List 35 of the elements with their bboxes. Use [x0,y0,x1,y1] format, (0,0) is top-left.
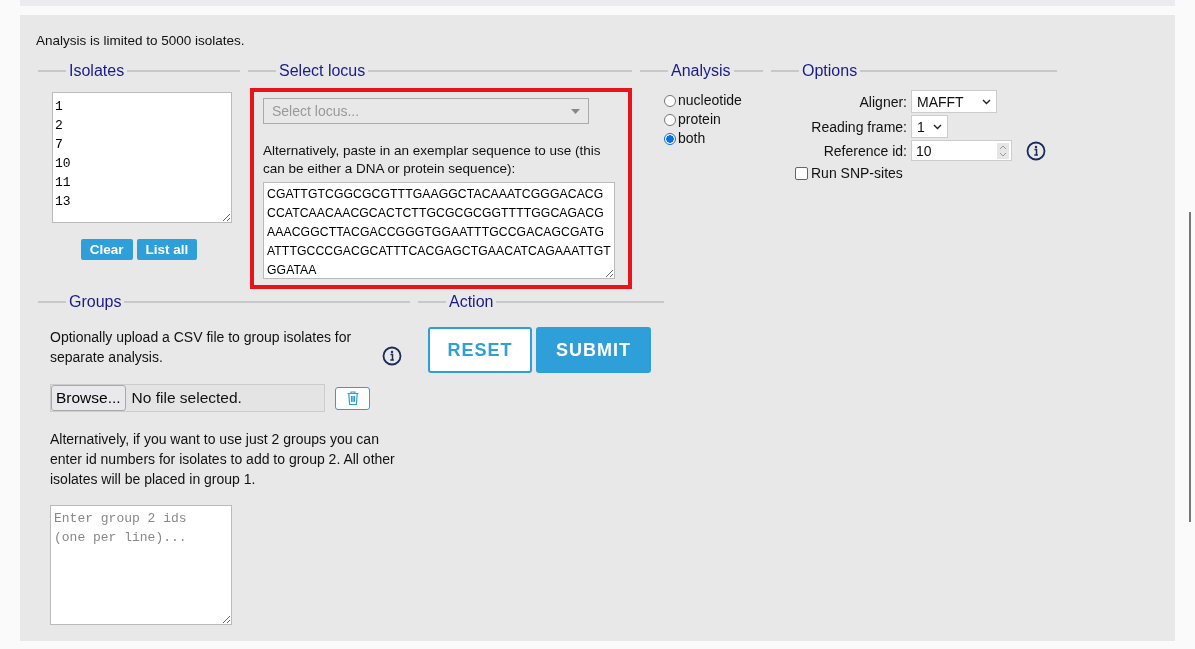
reference-id-label: Reference id: [822,142,907,159]
section-legend: Action [446,293,497,311]
snp-sites-checkbox[interactable]: Run SNP-sites [795,165,1057,181]
chevron-icon [933,123,942,130]
spinner-icon [997,142,1009,159]
browse-button[interactable]: Browse... [51,385,126,411]
isolates-field[interactable]: 1 2 7 10 11 13 [52,92,232,223]
reading-frame-label: Reading frame: [810,118,907,135]
section-legend: Groups [66,293,125,311]
reference-id-field[interactable]: 10 [911,140,1012,161]
section-legend: Analysis [668,62,734,80]
notice-text: Analysis is limited to 5000 isolates. [36,33,246,48]
file-status: No file selected. [131,389,242,407]
radio-option[interactable]: nucleotide [664,91,763,110]
aligner-select[interactable]: MAFFT [911,90,997,113]
chevron-icon [982,98,991,105]
aligner-label: Aligner: [858,93,907,110]
info-icon[interactable] [1026,140,1046,161]
sequence-field[interactable]: CGATTGTCGGCGCGTTTGAAGGCTACAAATCGGGACACGCCATCAACAACGCACTCTTGCGCGCGGTTTTGGCAGACGAAACGGCTTACGACCGGGTGGAATTTGCCGACAGCGATGATTTGCCCGACGCATTTCACGAGCTGAACATCAGAAATTGTGGATAA [263,182,615,279]
radio-option[interactable]: protein [664,110,763,129]
caret-icon [571,108,580,114]
info-icon[interactable] [382,346,402,366]
group-ids-field[interactable]: Enter group 2 ids (one per line)... [50,505,232,625]
section-legend: Options [799,62,861,80]
section-legend: Isolates [66,62,128,80]
radio-option[interactable]: both [664,129,763,148]
scrollbar[interactable] [1189,212,1191,522]
hint-text: Alternatively, paste in an exemplar sequence to use (this can be either a DNA or protein sequence): [263,142,602,178]
file-field[interactable]: Browse... No file selected. [50,384,325,412]
trash-icon [346,391,359,405]
groups-hint-text: Alternatively, if you want to use just 2 groups you can enter id numbers for isolates to add to group 2. All other isolates will be placed in group 1. [50,430,396,489]
upload-text: Optionally upload a CSV file to group isolates for separate analysis. [50,328,353,367]
reading-frame-select[interactable]: 1 [911,115,948,138]
delete-button[interactable] [335,386,370,410]
section-legend: Select locus [276,62,369,80]
